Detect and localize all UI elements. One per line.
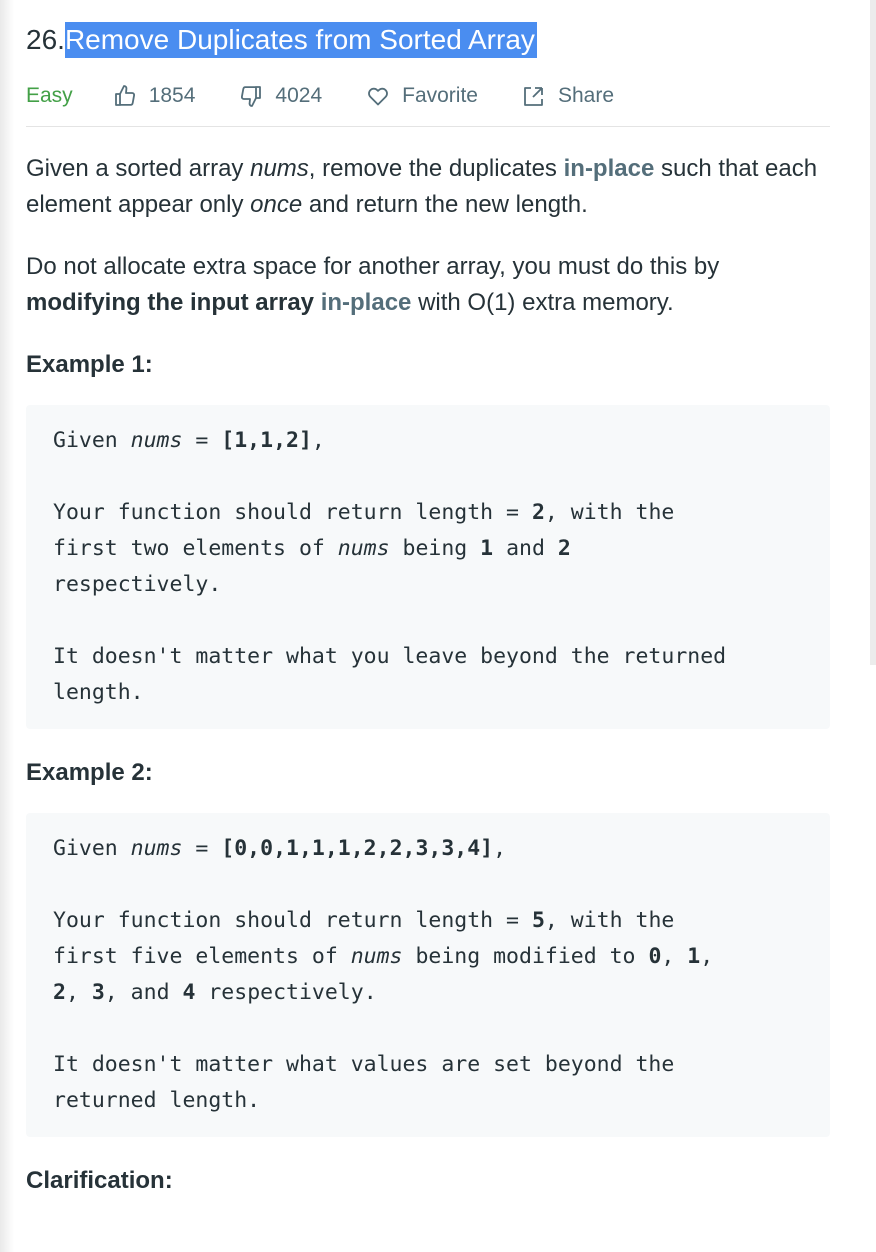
text: , remove the duplicates <box>308 155 564 182</box>
heart-icon <box>368 87 389 106</box>
example-2-heading: Example 2: <box>26 759 153 786</box>
code-text: Your function should return length = <box>53 500 532 525</box>
thumbs-down-icon <box>241 86 262 107</box>
share-label: Share <box>557 84 615 107</box>
favorite-button[interactable]: Favorite <box>366 84 478 108</box>
code-text: nums <box>350 944 403 969</box>
problem-title-text: Remove Duplicates from Sorted Array <box>64 22 537 58</box>
code-line: length. <box>53 680 144 705</box>
example-1-heading: Example 1: <box>26 351 153 378</box>
code-text: , <box>65 980 92 1005</box>
code-line: Given nums = [1,1,2], <box>53 423 803 459</box>
dislike-count: 4024 <box>275 84 323 107</box>
code-text: 3 <box>91 980 105 1005</box>
code-text: , <box>493 836 507 861</box>
code-line: returned length. <box>53 1088 261 1113</box>
problem-meta-bar: Easy 1854 4024 Favorite Share <box>26 66 830 127</box>
text: with O(1) extra memory. <box>411 289 674 316</box>
code-line: first five elements of nums being modifi… <box>53 939 803 975</box>
problem-number: 26. <box>26 24 65 55</box>
code-text: , <box>661 944 688 969</box>
code-text: [1,1,2] <box>221 428 312 453</box>
description-paragraph-2: Do not allocate extra space for another … <box>26 249 830 321</box>
code-text: , <box>700 944 714 969</box>
example-2-code: Given nums = [0,0,1,1,1,2,2,3,3,4], Your… <box>26 813 830 1137</box>
like-count: 1854 <box>148 84 196 107</box>
in-place-link[interactable]: in-place <box>564 155 655 182</box>
problem-title: 26. Remove Duplicates from Sorted Array <box>26 14 830 66</box>
code-text: , with the <box>544 500 675 525</box>
share-button[interactable]: Share <box>522 84 614 108</box>
scrollbar[interactable] <box>870 0 876 665</box>
text: Do not allocate extra space for another … <box>26 253 720 280</box>
code-text: 1 <box>687 944 701 969</box>
code-text: 0 <box>648 944 662 969</box>
example-1-code: Given nums = [1,1,2], Your function shou… <box>26 405 830 729</box>
code-text: , and <box>104 980 183 1005</box>
in-place-link[interactable]: in-place <box>321 289 412 316</box>
favorite-label: Favorite <box>402 84 478 107</box>
code-text: being <box>389 536 481 561</box>
thumbs-up-icon <box>114 85 135 106</box>
code-text: first five elements of <box>53 944 351 969</box>
code-text: Given <box>53 836 131 861</box>
dislike-button[interactable]: 4024 <box>239 84 322 108</box>
code-text: = <box>182 428 222 453</box>
code-text: nums <box>337 536 390 561</box>
code-line: 2, 3, and 4 respectively. <box>53 975 803 1011</box>
code-text: , with the <box>544 908 675 933</box>
code-line: respectively. <box>53 572 222 597</box>
code-text: and <box>493 536 558 561</box>
code-text: 5 <box>531 908 545 933</box>
code-line: It doesn't matter what you leave beyond … <box>53 644 727 669</box>
code-text: first two elements of <box>53 536 338 561</box>
clarification-heading: Clarification: <box>26 1167 173 1194</box>
text: Given a sorted array <box>26 155 251 182</box>
code-text: 2 <box>531 500 545 525</box>
code-text: nums <box>130 836 183 861</box>
code-text: Your function should return length = <box>53 908 532 933</box>
code-text: 2 <box>53 980 66 1005</box>
difficulty-badge: Easy <box>26 84 73 107</box>
text: and return the new length. <box>302 191 588 218</box>
sidebar-shadow <box>0 0 14 1252</box>
like-button[interactable]: 1854 <box>113 84 196 108</box>
share-icon <box>524 87 543 106</box>
description-paragraph-1: Given a sorted array nums, remove the du… <box>26 151 830 223</box>
text <box>314 289 321 316</box>
code-text: = <box>182 836 222 861</box>
code-text: nums <box>130 428 183 453</box>
code-line: first two elements of nums being 1 and 2 <box>53 531 803 567</box>
once-term: once <box>250 191 303 218</box>
code-text: , <box>311 428 325 453</box>
code-line: It doesn't matter what values are set be… <box>53 1052 675 1077</box>
code-line: Your function should return length = 5, … <box>53 903 803 939</box>
code-text: [0,0,1,1,1,2,2,3,3,4] <box>221 836 494 861</box>
bold-text: modifying the input array <box>26 289 315 316</box>
code-line: Your function should return length = 2, … <box>53 495 803 531</box>
nums-term: nums <box>250 155 309 182</box>
code-text: Given <box>53 428 131 453</box>
code-text: 2 <box>557 536 571 561</box>
code-line: Given nums = [0,0,1,1,1,2,2,3,3,4], <box>53 831 803 867</box>
code-text: 1 <box>480 536 494 561</box>
problem-content: 26. Remove Duplicates from Sorted Array E… <box>26 14 830 1221</box>
code-text: respectively. <box>195 980 377 1005</box>
problem-description: Given a sorted array nums, remove the du… <box>26 151 830 1199</box>
code-text: being modified to <box>402 944 649 969</box>
code-text: 4 <box>182 980 196 1005</box>
